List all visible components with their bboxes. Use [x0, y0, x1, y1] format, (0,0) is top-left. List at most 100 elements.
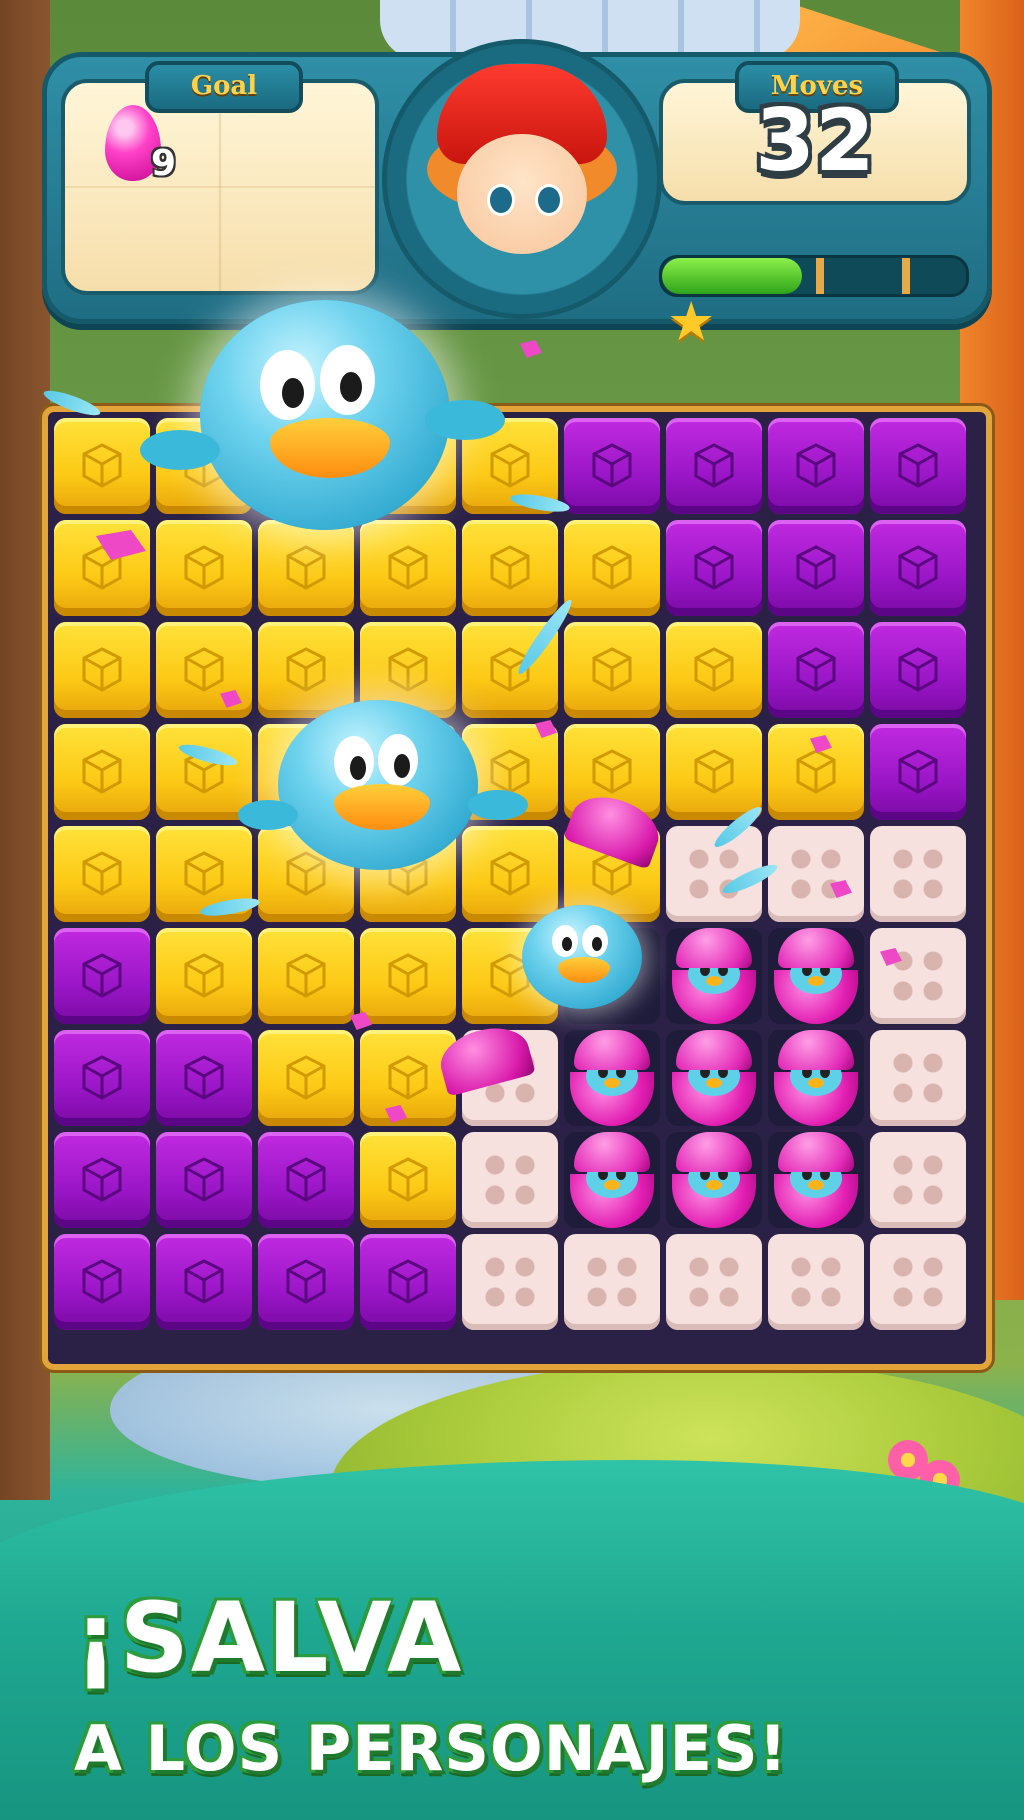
yellow-cube-block[interactable]	[156, 724, 252, 820]
cube-icon	[386, 646, 430, 694]
cube-icon	[182, 850, 226, 898]
bird-pupil	[350, 756, 366, 780]
egg-cell[interactable]	[768, 1030, 864, 1126]
goal-panel: Goal 9	[61, 61, 379, 295]
yellow-cube-block[interactable]	[54, 418, 150, 514]
toy-brick-block	[462, 1132, 558, 1228]
cube-icon	[896, 544, 940, 592]
goal-count: 9	[151, 143, 177, 184]
headline-line-2: A LOS PERSONAJES!	[74, 1712, 788, 1785]
cube-icon	[80, 748, 124, 796]
purple-cube-block[interactable]	[768, 622, 864, 718]
purple-cube-block[interactable]	[870, 520, 966, 616]
egg-cell[interactable]	[768, 1132, 864, 1228]
purple-cube-block[interactable]	[54, 1234, 150, 1330]
yellow-cube-block[interactable]	[360, 1030, 456, 1126]
yellow-cube-block[interactable]	[360, 1132, 456, 1228]
yellow-cube-block[interactable]	[666, 622, 762, 718]
toy-brick-block	[870, 1132, 966, 1228]
toy-brick-block	[666, 1234, 762, 1330]
moves-panel: Moves 32	[659, 61, 971, 205]
pink-egg-with-chick[interactable]	[774, 1030, 858, 1126]
progress-fill	[662, 258, 802, 294]
purple-cube-block[interactable]	[54, 928, 150, 1024]
bird-pupil	[562, 937, 572, 951]
toy-brick-block	[870, 1030, 966, 1126]
cube-icon	[692, 544, 736, 592]
cube-icon	[80, 1258, 124, 1306]
cube-icon	[590, 544, 634, 592]
egg-cell[interactable]	[666, 928, 762, 1024]
cube-icon	[284, 1054, 328, 1102]
egg-cell[interactable]	[666, 1030, 762, 1126]
pink-egg-with-chick[interactable]	[774, 1132, 858, 1228]
game-scene: Goal 9 Moves 32 ★ ¡SALVA A LOS PERSONAJE…	[0, 0, 1024, 1820]
bird-wing	[238, 800, 298, 830]
bird-character-small	[522, 905, 642, 1009]
cube-icon	[284, 544, 328, 592]
purple-cube-block[interactable]	[564, 418, 660, 514]
yellow-cube-block[interactable]	[258, 622, 354, 718]
cube-icon	[692, 748, 736, 796]
purple-cube-block[interactable]	[666, 520, 762, 616]
cube-icon	[692, 442, 736, 490]
egg-shell-top	[778, 928, 854, 968]
purple-cube-block[interactable]	[870, 418, 966, 514]
cube-icon	[386, 1156, 430, 1204]
pink-egg-with-chick[interactable]	[672, 928, 756, 1024]
cube-icon	[488, 850, 532, 898]
yellow-cube-block[interactable]	[462, 826, 558, 922]
yellow-cube-block[interactable]	[462, 520, 558, 616]
bird-beak	[558, 957, 610, 983]
pink-egg-with-chick[interactable]	[672, 1030, 756, 1126]
pink-egg-with-chick[interactable]	[570, 1132, 654, 1228]
purple-cube-block[interactable]	[768, 520, 864, 616]
purple-cube-block[interactable]	[360, 1234, 456, 1330]
egg-cell[interactable]	[564, 1132, 660, 1228]
pink-egg-with-chick[interactable]	[570, 1030, 654, 1126]
egg-shell-top	[574, 1132, 650, 1172]
yellow-cube-block[interactable]	[564, 520, 660, 616]
purple-cube-block[interactable]	[54, 1030, 150, 1126]
cube-icon	[794, 748, 838, 796]
egg-cell[interactable]	[768, 928, 864, 1024]
toy-brick-block	[768, 826, 864, 922]
cube-icon	[488, 544, 532, 592]
purple-cube-block[interactable]	[156, 1234, 252, 1330]
purple-cube-block[interactable]	[870, 622, 966, 718]
egg-shell-top	[676, 928, 752, 968]
pink-egg-with-chick[interactable]	[672, 1132, 756, 1228]
yellow-cube-block[interactable]	[54, 826, 150, 922]
yellow-cube-block[interactable]	[360, 928, 456, 1024]
yellow-cube-block[interactable]	[54, 520, 150, 616]
yellow-cube-block[interactable]	[54, 622, 150, 718]
cube-icon	[284, 850, 328, 898]
yellow-cube-block[interactable]	[54, 724, 150, 820]
purple-cube-block[interactable]	[768, 418, 864, 514]
yellow-cube-block[interactable]	[360, 520, 456, 616]
purple-cube-block[interactable]	[54, 1132, 150, 1228]
purple-cube-block[interactable]	[156, 1132, 252, 1228]
yellow-cube-block[interactable]	[258, 928, 354, 1024]
progress-milestone	[902, 258, 910, 294]
toy-brick-block	[870, 928, 966, 1024]
yellow-cube-block[interactable]	[564, 622, 660, 718]
cube-icon	[488, 748, 532, 796]
yellow-cube-block[interactable]	[258, 520, 354, 616]
purple-cube-block[interactable]	[870, 724, 966, 820]
cube-icon	[182, 1054, 226, 1102]
yellow-cube-block[interactable]	[258, 1030, 354, 1126]
bird-pupil	[340, 372, 362, 402]
cube-icon	[182, 646, 226, 694]
yellow-cube-block[interactable]	[156, 928, 252, 1024]
bird-wing	[140, 430, 220, 470]
yellow-cube-block[interactable]	[666, 724, 762, 820]
egg-cell[interactable]	[666, 1132, 762, 1228]
purple-cube-block[interactable]	[258, 1234, 354, 1330]
pink-egg-with-chick[interactable]	[774, 928, 858, 1024]
purple-cube-block[interactable]	[666, 418, 762, 514]
yellow-cube-block[interactable]	[156, 520, 252, 616]
purple-cube-block[interactable]	[258, 1132, 354, 1228]
egg-cell[interactable]	[564, 1030, 660, 1126]
purple-cube-block[interactable]	[156, 1030, 252, 1126]
